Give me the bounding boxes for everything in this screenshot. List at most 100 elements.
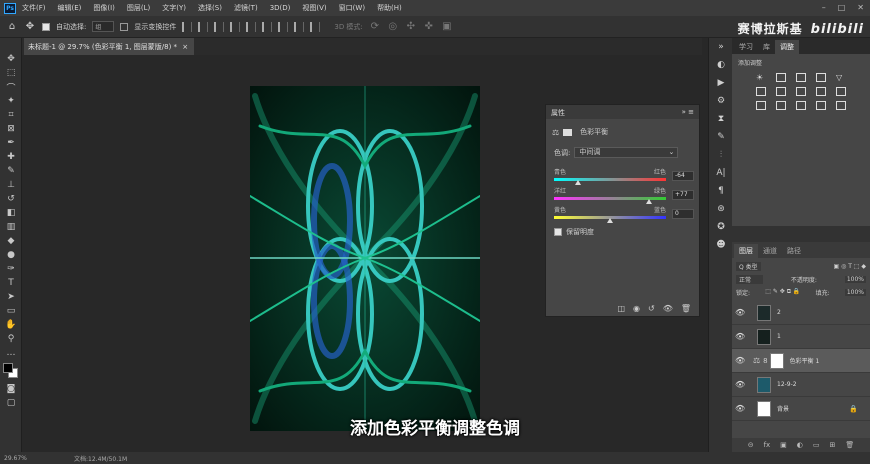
play-icon[interactable]: ▶ xyxy=(709,74,733,92)
brightness-icon[interactable]: ☀ xyxy=(756,73,766,82)
type-tool-icon[interactable]: T xyxy=(0,276,22,290)
tab-learn[interactable]: 学习 xyxy=(734,40,758,54)
menu-type[interactable]: 文字(Y) xyxy=(162,3,186,13)
menu-file[interactable]: 文件(F) xyxy=(22,3,46,13)
hue-saturation-icon[interactable] xyxy=(756,87,766,96)
history-brush-icon[interactable]: ↺ xyxy=(0,192,22,206)
slider-thumb[interactable] xyxy=(607,218,613,223)
lock-icons[interactable]: ⬚ ✎ ✥ ⧉ 🔒 xyxy=(765,288,800,296)
hand-tool-icon[interactable]: ✋ xyxy=(0,318,22,332)
align-middle-icon[interactable] xyxy=(246,21,257,32)
close-icon[interactable]: ✕ xyxy=(857,3,864,12)
opacity-field[interactable]: 100% xyxy=(844,275,866,283)
menu-3d[interactable]: 3D(D) xyxy=(270,4,291,12)
home-icon[interactable]: ⌂ xyxy=(6,21,18,33)
preserve-luminosity-checkbox[interactable] xyxy=(554,228,562,236)
menu-image[interactable]: 图像(I) xyxy=(93,3,115,13)
align-top-icon[interactable] xyxy=(230,21,241,32)
eyedropper-icon[interactable]: ✒ xyxy=(0,136,22,150)
pen-tool-icon[interactable]: ✑ xyxy=(0,262,22,276)
dodge-tool-icon[interactable]: ● xyxy=(0,248,22,262)
curves-icon[interactable] xyxy=(796,73,806,82)
brush-panel-icon[interactable]: ✎ xyxy=(709,128,733,146)
gradient-tool-icon[interactable]: ▥ xyxy=(0,220,22,234)
layer-row[interactable]: 👁 1 xyxy=(732,325,870,349)
eye-icon[interactable]: 👁 xyxy=(735,380,747,389)
menu-help[interactable]: 帮助(H) xyxy=(377,3,402,13)
trash-icon[interactable]: 🗑 xyxy=(845,441,854,449)
blur-tool-icon[interactable]: ◆ xyxy=(0,234,22,248)
color-swatch-icon[interactable] xyxy=(0,360,22,382)
distribute-icon[interactable] xyxy=(278,21,289,32)
panel-collapse-icon[interactable]: » xyxy=(709,38,733,56)
panel-menu-icon[interactable]: » ≡ xyxy=(682,108,694,116)
tab-channels[interactable]: 通道 xyxy=(758,244,782,258)
tab-library[interactable]: 库 xyxy=(758,40,775,54)
eye-icon[interactable]: 👁 xyxy=(735,356,747,365)
marquee-tool-icon[interactable]: ⬚ xyxy=(0,66,22,80)
tab-close-icon[interactable]: × xyxy=(182,43,188,51)
menu-layer[interactable]: 图层(L) xyxy=(127,3,150,13)
chain-icon[interactable]: 8 xyxy=(763,357,767,365)
zoom-level[interactable]: 29.67% xyxy=(4,455,27,462)
posterize-icon[interactable] xyxy=(776,101,786,110)
magenta-green-slider[interactable]: 洋红 绿色 +77 xyxy=(554,186,694,204)
3d-scale-icon[interactable]: ▣ xyxy=(441,21,453,33)
character-icon[interactable]: A| xyxy=(709,164,733,182)
delete-icon[interactable]: 🗑 xyxy=(681,304,691,313)
layer-row[interactable]: 👁 12-9-2 xyxy=(732,373,870,397)
menu-select[interactable]: 选择(S) xyxy=(198,3,222,13)
eraser-tool-icon[interactable]: ◧ xyxy=(0,206,22,220)
color-balance-adj-icon[interactable] xyxy=(776,87,786,96)
3d-rotate-icon[interactable]: ⟳ xyxy=(369,21,381,33)
slider-thumb[interactable] xyxy=(646,199,653,204)
layer-row[interactable]: 👁 2 xyxy=(732,301,870,325)
slider-value-field[interactable]: +77 xyxy=(672,190,694,200)
align-bottom-icon[interactable] xyxy=(262,21,273,32)
path-select-icon[interactable]: ➤ xyxy=(0,290,22,304)
brush-tool-icon[interactable]: ✎ xyxy=(0,164,22,178)
threshold-icon[interactable] xyxy=(796,101,806,110)
selective-color-icon[interactable] xyxy=(816,101,826,110)
screen-mode-icon[interactable]: ▢ xyxy=(0,396,22,410)
layer-kind-filter[interactable]: Q 类型 xyxy=(736,261,761,271)
tab-adjustments[interactable]: 调整 xyxy=(775,40,799,54)
eye-icon[interactable]: 👁 xyxy=(735,404,747,413)
layer-row-selected[interactable]: 👁 ⚖ 8 色彩平衡 1 xyxy=(732,349,870,373)
tab-layers[interactable]: 图层 xyxy=(734,244,758,258)
adjust-icon[interactable]: ⫶ xyxy=(709,146,733,164)
align-right-icon[interactable] xyxy=(214,21,225,32)
3d-pan-icon[interactable]: ✣ xyxy=(405,21,417,33)
align-center-icon[interactable] xyxy=(198,21,209,32)
show-transform-checkbox[interactable] xyxy=(120,22,129,31)
visibility-icon[interactable]: 👁 xyxy=(663,304,673,313)
eye-icon[interactable]: 👁 xyxy=(735,332,747,341)
new-layer-icon[interactable]: ⊞ xyxy=(830,441,836,449)
glyph-icon[interactable]: ✪ xyxy=(709,218,733,236)
stamp-tool-icon[interactable]: ⊥ xyxy=(0,178,22,192)
channel-mixer-icon[interactable] xyxy=(836,87,846,96)
filter-icons[interactable]: ▣ ◎ T ⬚ ◆ xyxy=(834,263,866,270)
menu-filter[interactable]: 滤镜(T) xyxy=(234,3,258,13)
slider-value-field[interactable]: 0 xyxy=(672,209,694,219)
healing-brush-icon[interactable]: ✚ xyxy=(0,150,22,164)
3d-slide-icon[interactable]: ✜ xyxy=(423,21,435,33)
menu-view[interactable]: 视图(V) xyxy=(302,3,326,13)
move-tool-icon[interactable]: ✥ xyxy=(0,52,22,66)
link-icon[interactable]: ⊝ xyxy=(748,441,754,449)
properties-header[interactable]: 属性 » ≡ xyxy=(546,105,699,119)
distribute-v-icon[interactable] xyxy=(310,21,321,32)
slider-value-field[interactable]: -64 xyxy=(672,171,694,181)
add-mask-icon[interactable]: ▣ xyxy=(780,441,787,449)
user-icon[interactable]: ☻ xyxy=(709,236,733,254)
color-panel-icon[interactable]: ◐ xyxy=(709,56,733,74)
layer-mask-thumbnail[interactable] xyxy=(769,352,784,369)
menu-window[interactable]: 窗口(W) xyxy=(339,3,365,13)
view-previous-icon[interactable]: ◉ xyxy=(633,304,640,313)
clip-to-layer-icon[interactable]: ◫ xyxy=(617,304,625,313)
reset-icon[interactable]: ↺ xyxy=(648,304,655,313)
tone-dropdown[interactable]: 中间调 ⌄ xyxy=(574,147,679,158)
maximize-icon[interactable]: □ xyxy=(838,3,846,12)
mask-icon[interactable] xyxy=(563,128,573,136)
magic-wand-icon[interactable]: ✦ xyxy=(0,94,22,108)
